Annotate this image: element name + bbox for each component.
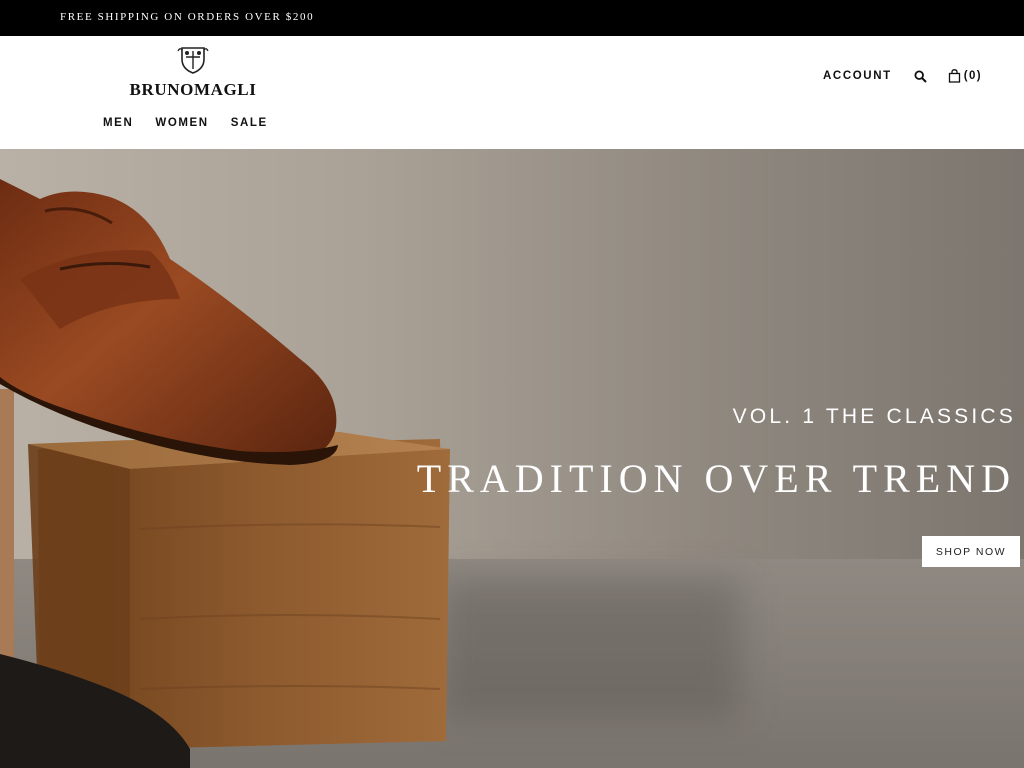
announcement-bar: FREE SHIPPING ON ORDERS OVER $200	[0, 0, 1024, 36]
nav-sale[interactable]: SALE	[231, 117, 268, 129]
cart-count: (0)	[963, 70, 982, 82]
utility-nav: ACCOUNT (0)	[823, 69, 982, 83]
loafer-shoe	[0, 179, 337, 461]
announcement-text: FREE SHIPPING ON ORDERS OVER $200	[60, 11, 315, 23]
nav-men[interactable]: MEN	[103, 117, 133, 129]
hero-headline: TRADITION OVER TREND	[416, 456, 1016, 501]
crest-icon	[177, 47, 209, 74]
brand-logo[interactable]: BRUNOMAGLI	[114, 45, 272, 103]
main-nav: MEN WOMEN SALE	[103, 117, 268, 129]
bag-icon	[948, 69, 960, 83]
site-header: BRUNOMAGLI MEN WOMEN SALE ACCOUNT (0)	[0, 36, 1024, 149]
nav-women[interactable]: WOMEN	[155, 117, 208, 129]
hero-eyebrow: VOL. 1 THE CLASSICS	[732, 405, 1016, 428]
stand-pole	[0, 389, 14, 689]
brand-wordmark: BRUNOMAGLI	[129, 80, 257, 99]
hero-banner: VOL. 1 THE CLASSICS TRADITION OVER TREND…	[0, 149, 1024, 768]
cart-button[interactable]: (0)	[948, 69, 982, 83]
search-icon[interactable]	[914, 69, 927, 83]
account-link[interactable]: ACCOUNT	[823, 70, 892, 82]
shop-now-button[interactable]: SHOP NOW	[922, 536, 1020, 567]
